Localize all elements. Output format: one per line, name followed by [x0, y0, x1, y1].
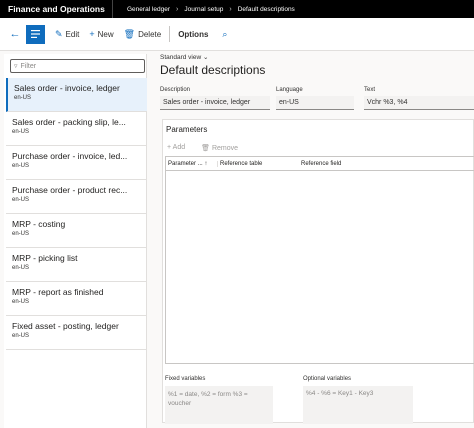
list-item-name: Sales order - packing slip, le... [12, 117, 126, 127]
list-menu-button[interactable] [26, 24, 45, 44]
chevron-down-icon: ⌄ [203, 54, 209, 61]
action-pane: ← ✎ Edit + New 🗑 Delete Options ⌕ [0, 18, 474, 51]
fixed-variables-field: %1 = date, %2 = form %3 = voucher [165, 386, 273, 424]
parameters-actions: + Add 🗑 Remove [167, 144, 254, 152]
breadcrumb-default-descriptions[interactable]: Default descriptions [238, 6, 295, 13]
list-item-name: Purchase order - invoice, led... [12, 151, 128, 161]
grid-header: Parameter ... ↑ Reference table Referenc… [166, 157, 474, 171]
list-item-language: en-US [12, 231, 30, 237]
top-bar: Finance and Operations General ledger › … [0, 0, 474, 18]
remove-button[interactable]: 🗑 Remove [201, 144, 246, 152]
list-item-language: en-US [12, 333, 30, 339]
details-pane: Standard view ⌄ Default descriptions Des… [150, 51, 474, 428]
list-item[interactable]: Purchase order - product rec... en-US [6, 180, 147, 214]
options-tab[interactable]: Options [178, 30, 208, 39]
list-item-language: en-US [12, 265, 30, 271]
column-header-reference-field[interactable]: Reference field [298, 161, 341, 167]
filter-input[interactable]: ▿ Filter [10, 59, 145, 73]
list-item-language: en-US [12, 129, 30, 135]
list-item[interactable]: Sales order - invoice, ledger en-US [6, 78, 147, 112]
new-button[interactable]: + New [89, 29, 113, 39]
text-field[interactable]: Vchr %3, %4 [364, 96, 474, 110]
trash-icon: 🗑 [123, 28, 136, 39]
remove-label: Remove [211, 145, 239, 152]
list-item[interactable]: Sales order - packing slip, le... en-US [6, 112, 147, 146]
view-selector[interactable]: Standard view ⌄ [160, 53, 208, 61]
filter-icon: ▿ [14, 63, 18, 70]
list-item-language: en-US [12, 299, 30, 305]
add-button[interactable]: + Add [167, 144, 193, 152]
optional-variables-label: Optional variables [303, 376, 352, 382]
list-item[interactable]: MRP - picking list en-US [6, 248, 147, 282]
back-arrow-icon[interactable]: ← [8, 28, 22, 40]
list-item-name: MRP - picking list [12, 253, 78, 263]
list-item-language: en-US [12, 163, 30, 169]
plus-icon: + [89, 29, 95, 39]
sort-up-icon: ↑ [204, 160, 208, 167]
column-header-parameter[interactable]: Parameter ... ↑ [166, 160, 218, 167]
list-item[interactable]: Purchase order - invoice, led... en-US [6, 146, 147, 180]
list-item-name: MRP - report as finished [12, 287, 104, 297]
column-header-reference-table[interactable]: Reference table [218, 161, 298, 167]
page-title: Default descriptions [160, 63, 266, 77]
edit-button[interactable]: ✎ Edit [55, 29, 79, 40]
column-header-label: Parameter ... [168, 160, 203, 167]
chevron-right-icon: › [176, 5, 179, 13]
list-item-name: Fixed asset - posting, ledger [12, 321, 119, 331]
hamburger-icon [31, 30, 40, 38]
list-panel: ▿ Filter Sales order - invoice, ledger e… [4, 54, 147, 428]
new-label: New [97, 29, 114, 39]
list-item[interactable]: MRP - costing en-US [6, 214, 147, 248]
parameters-title: Parameters [166, 125, 208, 134]
edit-label: Edit [65, 29, 80, 39]
description-field[interactable]: Sales order - invoice, ledger [160, 96, 270, 110]
fixed-variables-label: Fixed variables [165, 376, 206, 382]
divider [169, 26, 171, 42]
description-label: Description [160, 87, 191, 93]
text-label: Text [364, 87, 376, 93]
breadcrumb-general-ledger[interactable]: General ledger [127, 6, 170, 13]
parameters-grid: Parameter ... ↑ Reference table Referenc… [165, 156, 474, 364]
list-item[interactable]: Fixed asset - posting, ledger en-US [6, 316, 147, 350]
list-item-language: en-US [14, 95, 32, 101]
chevron-right-icon: › [229, 5, 232, 13]
description-list: Sales order - invoice, ledger en-US Sale… [6, 78, 147, 350]
app-title[interactable]: Finance and Operations [0, 4, 112, 14]
parameters-section: Parameters + Add 🗑 Remove Parameter ... … [162, 119, 474, 424]
list-item-name: Sales order - invoice, ledger [14, 83, 120, 93]
search-icon[interactable]: ⌕ [222, 29, 227, 40]
pencil-icon: ✎ [55, 28, 63, 39]
list-item[interactable]: MRP - report as finished en-US [6, 282, 147, 316]
add-label: Add [172, 144, 186, 151]
list-item-name: MRP - costing [12, 219, 66, 229]
filter-placeholder: Filter [20, 62, 37, 70]
language-label: Language [276, 87, 303, 93]
delete-label: Delete [138, 29, 162, 39]
language-field[interactable]: en-US [276, 96, 354, 110]
list-item-language: en-US [12, 197, 30, 203]
optional-variables-field: %4 - %6 = Key1 - Key3 [303, 386, 413, 424]
delete-button[interactable]: 🗑 Delete [124, 29, 162, 40]
view-name: Standard view [160, 54, 202, 61]
breadcrumb-journal-setup[interactable]: Journal setup [184, 6, 223, 13]
list-item-name: Purchase order - product rec... [12, 185, 128, 195]
breadcrumb: General ledger › Journal setup › Default… [113, 6, 295, 13]
